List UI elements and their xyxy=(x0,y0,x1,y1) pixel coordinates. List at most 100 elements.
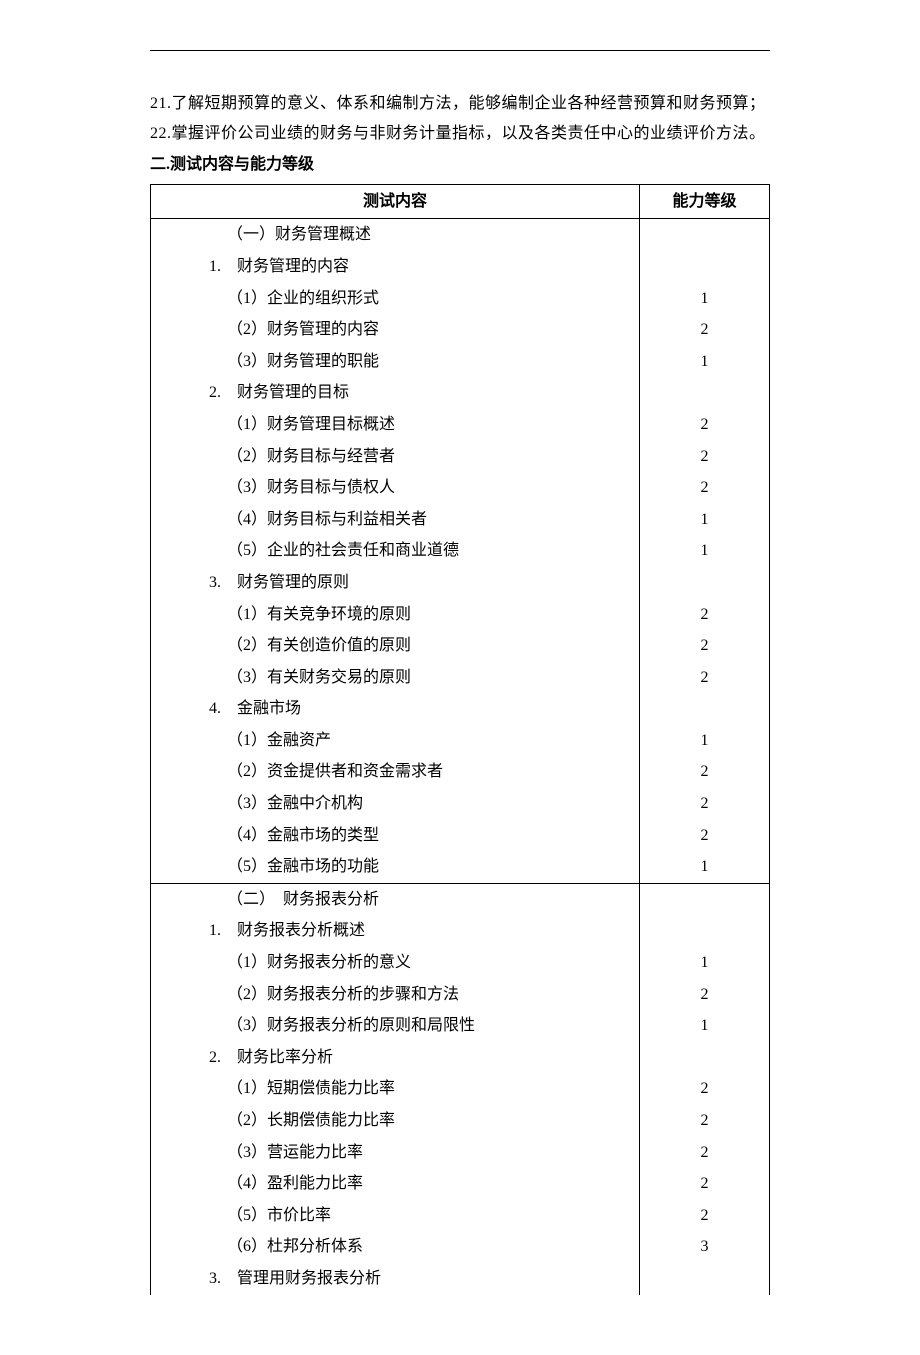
content-text: （二） 财务报表分析 xyxy=(189,891,379,908)
header-content: 测试内容 xyxy=(151,184,640,219)
content-text: （1）财务管理目标概述 xyxy=(189,416,395,433)
table-row: （2）长期偿债能力比率2 xyxy=(151,1105,770,1137)
table-row: （3）营运能力比率 2 xyxy=(151,1137,770,1169)
level-cell: 1 xyxy=(640,725,770,757)
content-text: （4）盈利能力比率 xyxy=(189,1175,363,1192)
content-text: （3）财务管理的职能 xyxy=(189,353,379,370)
table-row: （2）资金提供者和资金需求者 2 xyxy=(151,756,770,788)
content-cell: （1）企业的组织形式 xyxy=(151,283,640,315)
level-cell: 2 xyxy=(640,314,770,346)
table-row: （6）杜邦分析体系3 xyxy=(151,1231,770,1263)
level-cell: 1 xyxy=(640,283,770,315)
content-cell: （2）长期偿债能力比率 xyxy=(151,1105,640,1137)
level-cell: 2 xyxy=(640,756,770,788)
level-cell xyxy=(640,1263,770,1295)
content-cell: 1. 财务报表分析概述 xyxy=(151,915,640,947)
table-row: （3）财务管理的职能 1 xyxy=(151,346,770,378)
content-text: （3）金融中介机构 xyxy=(189,795,363,812)
level-cell: 2 xyxy=(640,441,770,473)
level-cell: 2 xyxy=(640,630,770,662)
content-text: （4）金融市场的类型 xyxy=(189,827,379,844)
table-row: （二） 财务报表分析 xyxy=(151,883,770,915)
content-text: 1. 财务报表分析概述 xyxy=(189,922,365,939)
table-body: （一）财务管理概述1. 财务管理的内容（1）企业的组织形式1（2）财务管理的内容… xyxy=(151,219,770,1295)
table-row: 2. 财务管理的目标 xyxy=(151,377,770,409)
table-row: （2）财务报表分析的步骤和方法 2 xyxy=(151,979,770,1011)
content-text: （5）企业的社会责任和商业道德 xyxy=(189,542,459,559)
level-cell xyxy=(640,693,770,725)
content-cell: （6）杜邦分析体系 xyxy=(151,1231,640,1263)
table-row: （2）有关创造价值的原则 2 xyxy=(151,630,770,662)
content-cell: （4）金融市场的类型 xyxy=(151,820,640,852)
level-cell: 1 xyxy=(640,851,770,883)
content-cell: （3）财务报表分析的原则和局限性 xyxy=(151,1010,640,1042)
level-cell xyxy=(640,377,770,409)
content-cell: 3. 管理用财务报表分析 xyxy=(151,1263,640,1295)
level-cell: 2 xyxy=(640,662,770,694)
table-row: 2. 财务比率分析 xyxy=(151,1042,770,1074)
content-text: 1. 财务管理的内容 xyxy=(189,258,349,275)
content-text: （4）财务目标与利益相关者 xyxy=(189,511,427,528)
table-row: （4）金融市场的类型2 xyxy=(151,820,770,852)
content-text: （1）财务报表分析的意义 xyxy=(189,954,411,971)
content-text: （2）资金提供者和资金需求者 xyxy=(189,763,443,780)
content-cell: （1）财务报表分析的意义 xyxy=(151,947,640,979)
content-cell: （1）财务管理目标概述 xyxy=(151,409,640,441)
content-cell: （2）财务报表分析的步骤和方法 xyxy=(151,979,640,1011)
table-row: （4）财务目标与利益相关者 1 xyxy=(151,504,770,536)
content-cell: （3）营运能力比率 xyxy=(151,1137,640,1169)
content-cell: 2. 财务管理的目标 xyxy=(151,377,640,409)
level-cell: 1 xyxy=(640,535,770,567)
table-row: （5）金融市场的功能 1 xyxy=(151,851,770,883)
level-cell: 2 xyxy=(640,979,770,1011)
table-row: （5）市价比率2 xyxy=(151,1200,770,1232)
level-cell xyxy=(640,567,770,599)
content-cell: （2）财务管理的内容 xyxy=(151,314,640,346)
level-cell xyxy=(640,219,770,251)
level-cell xyxy=(640,915,770,947)
level-cell: 2 xyxy=(640,788,770,820)
content-cell: （2）资金提供者和资金需求者 xyxy=(151,756,640,788)
content-table: 测试内容 能力等级 （一）财务管理概述1. 财务管理的内容（1）企业的组织形式1… xyxy=(150,184,770,1295)
content-cell: （3）财务目标与债权人 xyxy=(151,472,640,504)
table-row: （3）财务报表分析的原则和局限性1 xyxy=(151,1010,770,1042)
content-text: （1）金融资产 xyxy=(189,732,331,749)
content-cell: （2）财务目标与经营者 xyxy=(151,441,640,473)
content-text: 3. 管理用财务报表分析 xyxy=(189,1270,381,1287)
content-text: （2）财务报表分析的步骤和方法 xyxy=(189,986,459,1003)
table-row: 1. 财务报表分析概述 xyxy=(151,915,770,947)
content-text: （3）营运能力比率 xyxy=(189,1144,363,1161)
table-row: （一）财务管理概述 xyxy=(151,219,770,251)
level-cell: 2 xyxy=(640,1137,770,1169)
table-row: 3. 管理用财务报表分析 xyxy=(151,1263,770,1295)
content-text: 2. 财务管理的目标 xyxy=(189,384,349,401)
table-row: （4）盈利能力比率2 xyxy=(151,1168,770,1200)
content-cell: （1）有关竞争环境的原则 xyxy=(151,599,640,631)
content-cell: 3. 财务管理的原则 xyxy=(151,567,640,599)
content-cell: （3）有关财务交易的原则 xyxy=(151,662,640,694)
intro-block: 21.了解短期预算的意义、体系和编制方法，能够编制企业各种经营预算和财务预算； … xyxy=(150,91,770,146)
table-row: （1）金融资产 1 xyxy=(151,725,770,757)
level-cell: 1 xyxy=(640,947,770,979)
content-cell: 4. 金融市场 xyxy=(151,693,640,725)
level-cell: 2 xyxy=(640,472,770,504)
content-text: （6）杜邦分析体系 xyxy=(189,1238,363,1255)
level-cell xyxy=(640,1042,770,1074)
content-text: （3）有关财务交易的原则 xyxy=(189,669,411,686)
content-text: （3）财务目标与债权人 xyxy=(189,479,395,496)
content-cell: （3）财务管理的职能 xyxy=(151,346,640,378)
level-cell: 2 xyxy=(640,1200,770,1232)
content-text: （1）企业的组织形式 xyxy=(189,290,379,307)
content-cell: （5）企业的社会责任和商业道德 xyxy=(151,535,640,567)
level-cell: 1 xyxy=(640,504,770,536)
content-text: （5）金融市场的功能 xyxy=(189,858,379,875)
table-row: 4. 金融市场 xyxy=(151,693,770,725)
content-cell: （5）金融市场的功能 xyxy=(151,851,640,883)
content-text: 4. 金融市场 xyxy=(189,700,301,717)
content-cell: （3）金融中介机构 xyxy=(151,788,640,820)
table-row: （1）财务管理目标概述2 xyxy=(151,409,770,441)
content-text: （2）有关创造价值的原则 xyxy=(189,637,411,654)
level-cell: 1 xyxy=(640,346,770,378)
table-row: （3）金融中介机构 2 xyxy=(151,788,770,820)
level-cell xyxy=(640,251,770,283)
